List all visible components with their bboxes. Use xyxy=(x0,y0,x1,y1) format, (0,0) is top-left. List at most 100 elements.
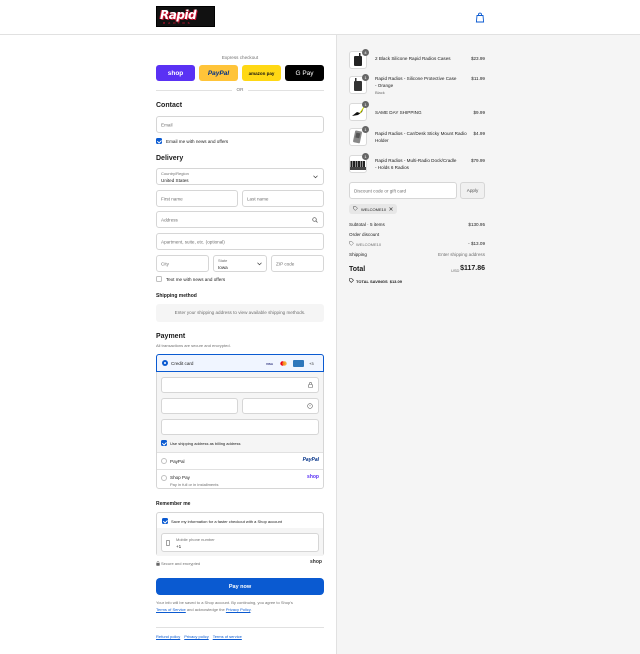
shop-pay-option[interactable]: Shop Pay Pay in full or in installments … xyxy=(157,469,323,489)
country-select[interactable]: Country/Region United States xyxy=(156,168,324,185)
zip-placeholder: ZIP code xyxy=(276,261,295,266)
item-price: $23.99 xyxy=(470,56,485,61)
discount-tag: WELCOME10 xyxy=(349,204,398,214)
credit-card-label: Credit card xyxy=(171,361,194,366)
item-price: $4.99 xyxy=(473,131,486,136)
first-name-placeholder: First name xyxy=(161,196,183,201)
email-news-label: Email me with news and offers xyxy=(166,139,229,144)
payment-subtitle: All transactions are secure and encrypte… xyxy=(156,343,231,348)
savings-value: $13.09 xyxy=(389,278,402,284)
credit-card-radio[interactable] xyxy=(162,360,168,368)
discount-code-field[interactable]: Discount code or gift card xyxy=(349,182,457,199)
name-on-card-field[interactable] xyxy=(161,419,319,435)
shopping-bag-icon[interactable] xyxy=(475,12,485,23)
paypal-option[interactable]: PayPal PayPal xyxy=(157,452,323,469)
payment-title: Payment xyxy=(156,333,186,340)
subtotal-label: Subtotal · 5 items xyxy=(349,222,385,227)
shop-terms-link[interactable]: Terms of Service xyxy=(156,607,186,612)
phone-value: +1 xyxy=(176,544,182,549)
item-name: 2 Black Silicone Rapid Radios Cases xyxy=(375,56,451,61)
item-price: $11.99 xyxy=(471,76,485,81)
google-pay-button[interactable]: G Pay xyxy=(285,65,324,81)
tag-icon xyxy=(349,278,354,284)
country-value: United States xyxy=(161,178,189,183)
privacy-policy-link[interactable]: Privacy policy xyxy=(184,634,208,639)
paypal-radio[interactable] xyxy=(161,458,167,466)
apartment-field[interactable]: Apartment, suite, etc. (optional) xyxy=(156,233,324,250)
item-name: Rapid Radios - Silicone Protective Case … xyxy=(375,76,457,88)
total-value: $117.86 xyxy=(460,265,485,272)
quantity-badge: 1 xyxy=(362,126,369,133)
item-price: $9.99 xyxy=(473,110,486,115)
visa-icon: VISA xyxy=(265,361,273,366)
footer-links: Refund policy Privacy policy Terms of se… xyxy=(156,634,242,639)
quantity-badge: 1 xyxy=(362,74,369,81)
order-discount-label: Order discount xyxy=(349,232,380,237)
email-field[interactable]: Email xyxy=(156,116,324,133)
mobile-phone-icon xyxy=(166,540,170,548)
tag-icon xyxy=(349,241,354,247)
address-field[interactable]: Address xyxy=(156,211,324,228)
quantity-badge: 1 xyxy=(362,101,369,108)
help-icon[interactable] xyxy=(307,403,313,411)
legal-text: Your info will be saved to a Shop accoun… xyxy=(156,600,293,612)
savings-label: TOTAL SAVINGS xyxy=(356,278,388,284)
chevron-down-icon xyxy=(313,175,318,181)
shop-privacy-link[interactable]: Privacy Policy xyxy=(226,607,251,612)
quantity-badge: 4 xyxy=(362,49,369,56)
store-logo[interactable]: Rapid RADIOS xyxy=(156,6,215,27)
expiration-field[interactable] xyxy=(161,398,238,414)
terms-of-service-link[interactable]: Terms of service xyxy=(213,634,242,639)
paypal-button[interactable]: PayPal xyxy=(199,65,238,81)
discount-value: - $13.09 xyxy=(468,241,485,246)
remember-me-title: Remember me xyxy=(156,501,191,507)
line-item: 1 Rapid Radios - Silicone Protective Cas… xyxy=(349,74,485,98)
remember-me-panel: Save my information for a faster checkou… xyxy=(156,512,324,556)
item-variant: Black xyxy=(375,90,385,95)
shop-pay-radio[interactable] xyxy=(161,475,167,483)
item-price: $79.99 xyxy=(470,158,485,163)
card-number-field[interactable] xyxy=(161,377,319,393)
more-cards-label: +3 xyxy=(309,361,314,366)
shipping-methods-placeholder: Enter your shipping address to view avai… xyxy=(156,304,324,322)
apply-button[interactable]: Apply xyxy=(460,182,485,199)
product-thumbnail: 1 xyxy=(349,101,369,121)
amazon-pay-button[interactable]: amazon pay xyxy=(242,65,281,81)
shop-logo: shop xyxy=(310,559,322,565)
credit-card-option[interactable]: Credit card VISA +3 xyxy=(156,354,324,372)
save-info-checkbox[interactable] xyxy=(162,518,168,526)
amex-icon xyxy=(293,360,304,367)
first-name-field[interactable]: First name xyxy=(156,190,238,207)
last-name-field[interactable]: Last name xyxy=(242,190,324,207)
text-news-label: Text me with news and offers xyxy=(166,277,226,282)
phone-field[interactable]: Mobile phone number +1 xyxy=(161,533,319,552)
header: Rapid RADIOS xyxy=(0,0,640,35)
item-name: Rapid Radios - Multi-Radio Dock/Cradle -… xyxy=(375,158,457,170)
address-placeholder: Address xyxy=(161,217,178,222)
line-item: 1 Rapid Radios - Multi-Radio Dock/Cradle… xyxy=(349,153,485,177)
text-news-checkbox[interactable] xyxy=(156,276,162,284)
state-select[interactable]: State Iowa xyxy=(213,255,267,272)
email-news-checkbox[interactable] xyxy=(156,138,162,146)
product-thumbnail: 1 xyxy=(349,126,369,146)
subtotal-value: $130.95 xyxy=(468,222,485,227)
phone-label: Mobile phone number xyxy=(176,537,215,542)
city-field[interactable]: City xyxy=(156,255,209,272)
express-checkout-title: Express checkout xyxy=(221,55,259,60)
refund-policy-link[interactable]: Refund policy xyxy=(156,634,180,639)
security-code-field[interactable] xyxy=(242,398,319,414)
close-icon[interactable] xyxy=(389,206,393,212)
shop-pay-button[interactable]: shop xyxy=(156,65,195,81)
billing-address-checkbox[interactable] xyxy=(161,440,167,448)
secure-label: Secure and encrypted xyxy=(161,561,201,566)
zip-field[interactable]: ZIP code xyxy=(271,255,324,272)
delivery-title: Delivery xyxy=(156,155,184,162)
paypal-logo: PayPal xyxy=(302,457,319,463)
total-savings: TOTAL SAVINGS $13.09 xyxy=(349,278,402,284)
chevron-down-icon xyxy=(257,262,262,268)
discount-code: WELCOME10 xyxy=(356,241,382,247)
discount-code-row: WELCOME10 xyxy=(349,241,381,247)
item-name: SAME DAY SHIPPING xyxy=(375,110,422,115)
pay-now-button[interactable]: Pay now xyxy=(156,578,324,595)
discount-tag-code: WELCOME10 xyxy=(361,206,387,212)
